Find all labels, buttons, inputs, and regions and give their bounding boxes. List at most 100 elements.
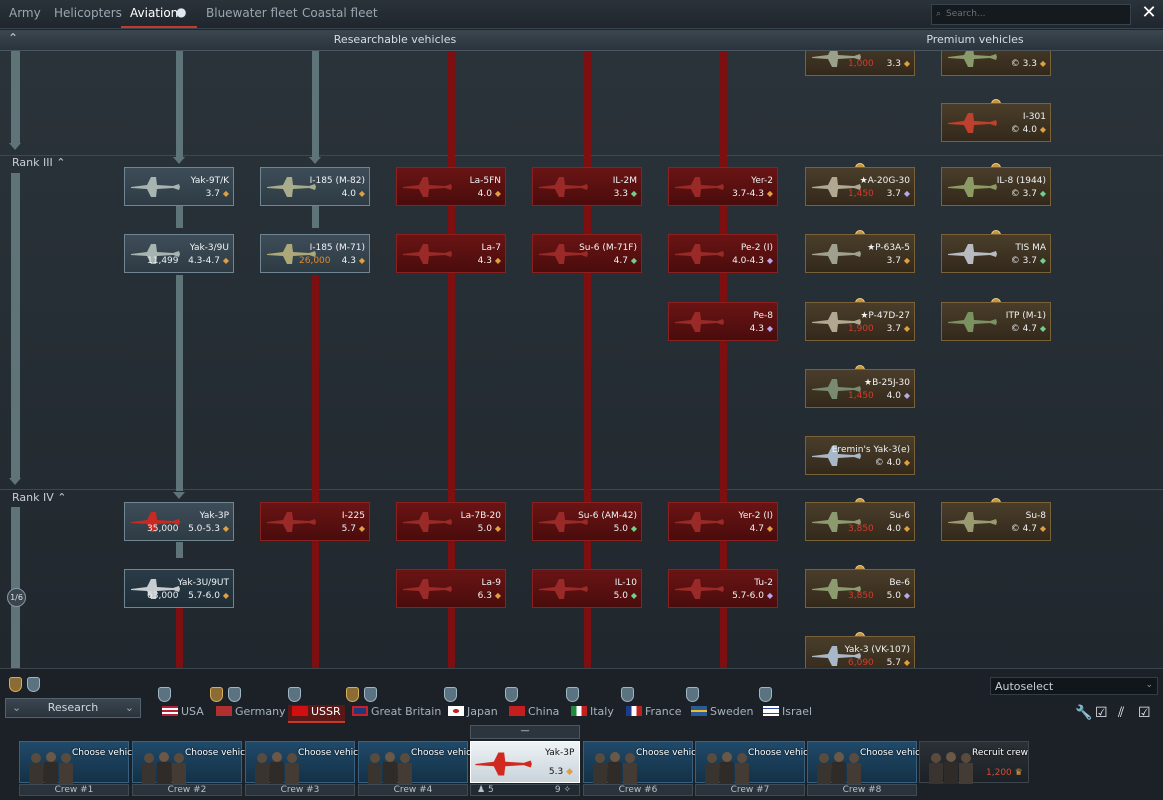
vehicle-card[interactable]: Yak-9T/K 3.7 ◆: [124, 167, 234, 206]
crew-slot-6[interactable]: Choose vehicle Crew #6: [583, 741, 704, 797]
vehicle-name: Be-6: [889, 578, 910, 588]
vehicle-card[interactable]: La-5FN 4.0 ◆: [396, 167, 506, 206]
plane-icon: [946, 110, 998, 136]
country-shield-icon: [759, 687, 772, 702]
tree-connector: [176, 51, 183, 157]
vehicle-card[interactable]: La-7B-20 5.0 ◆: [396, 502, 506, 541]
vehicle-card[interactable]: Yer-2 (I) 4.7 ◆: [668, 502, 778, 541]
vehicle-card[interactable]: TIS MA © 3.7 ◆: [941, 234, 1051, 273]
slot-image: Choose vehicle: [19, 741, 140, 783]
vehicle-card[interactable]: IL-2M 3.3 ◆: [532, 167, 642, 206]
vehicle-card[interactable]: IL-8 (1944) © 3.7 ◆: [941, 167, 1051, 206]
crew-slot-8[interactable]: Choose vehicle Crew #8: [807, 741, 928, 797]
slot-image: Choose vehicle: [583, 741, 704, 783]
vehicle-card[interactable]: © 3.3 ◆: [941, 51, 1051, 76]
crew-slot-4[interactable]: Choose vehicle Crew #4: [358, 741, 479, 797]
vehicle-card[interactable]: Su-6 3,850 4.0 ◆: [805, 502, 915, 541]
plane-icon: [673, 309, 725, 335]
tab-army[interactable]: Army: [9, 6, 41, 20]
collapse-icon[interactable]: ⌃: [8, 31, 18, 45]
vehicle-cost: 63,000: [147, 591, 179, 601]
checkbox-icon[interactable]: ☑: [1138, 705, 1151, 721]
rank-progress-bar: [11, 51, 20, 143]
recruit-crew-button[interactable]: Recruit crew 1,200 ♛: [919, 741, 1029, 797]
vehicle-name: I-185 (M-71): [309, 243, 365, 253]
arrow-icon: [9, 143, 21, 150]
vehicle-name: IL-8 (1944): [996, 176, 1046, 186]
vehicle-card[interactable]: Su-6 (AM-42) 5.0 ◆: [532, 502, 642, 541]
crew-slot-7[interactable]: Choose vehicle Crew #7: [695, 741, 816, 797]
vehicle-card[interactable]: ★P-47D-27 1,900 3.7 ◆: [805, 302, 915, 341]
vehicle-name: ★P-47D-27: [860, 311, 910, 321]
vehicle-name: Yak-3/9U: [189, 243, 229, 253]
country-tab-france[interactable]: France: [626, 705, 682, 723]
vehicle-card[interactable]: I-185 (M-71) 26,000 4.3 ◆: [260, 234, 370, 273]
vehicle-card[interactable]: Pe-2 (I) 4.0-4.3 ◆: [668, 234, 778, 273]
vehicle-card[interactable]: Pe-8 4.3 ◆: [668, 302, 778, 341]
research-button[interactable]: ⌄ Research ⌄: [5, 698, 141, 718]
vehicle-card[interactable]: I-185 (M-82) 4.0 ◆: [260, 167, 370, 206]
crew-slot-5[interactable]: — Yak-3P 5.3 ◆ ♟ 5 9 ✧: [470, 725, 580, 797]
country-tab-israel[interactable]: Israel: [763, 705, 812, 723]
vehicle-cost: 11,499: [147, 256, 179, 266]
vehicle-card[interactable]: Yak-3U/9UT 63,000 5.7-6.0 ◆: [124, 569, 234, 608]
vehicle-card[interactable]: Eremin's Yak-3(e) © 4.0 ◆: [805, 436, 915, 475]
vehicle-name: I-225: [341, 511, 365, 521]
vehicle-card[interactable]: 1,000 3.3 ◆: [805, 51, 915, 76]
country-tab-great-britain[interactable]: Great Britain: [352, 705, 441, 723]
country-tab-germany[interactable]: Germany: [216, 705, 286, 723]
slot-label: Choose vehicle: [298, 748, 367, 758]
vehicle-card[interactable]: ITP (M-1) © 4.7 ◆: [941, 302, 1051, 341]
vehicle-card[interactable]: Yak-3/9U 11,499 4.3-4.7 ◆: [124, 234, 234, 273]
vehicle-cost: 35,000: [147, 524, 179, 534]
slot-image: Choose vehicle: [245, 741, 366, 783]
rank-label-4[interactable]: Rank IV ⌃: [12, 491, 66, 504]
vehicle-card[interactable]: Su-6 (M-71F) 4.7 ◆: [532, 234, 642, 273]
country-shield-icon: [228, 687, 241, 702]
tab-helicopters[interactable]: Helicopters: [54, 6, 122, 20]
tab-coastal-fleet[interactable]: Coastal fleet: [302, 6, 378, 20]
country-tab-sweden[interactable]: Sweden: [691, 705, 753, 723]
vehicle-card[interactable]: La-7 4.3 ◆: [396, 234, 506, 273]
tab-bluewater-fleet[interactable]: Bluewater fleet: [206, 6, 298, 20]
country-tab-japan[interactable]: Japan: [448, 705, 498, 723]
vehicle-cost: 26,000: [299, 256, 331, 266]
vehicle-card[interactable]: Yak-3P 35,000 5.0-5.3 ◆: [124, 502, 234, 541]
rank-label-3[interactable]: Rank III ⌃: [12, 156, 65, 169]
vehicle-card[interactable]: I-225 5.7 ◆: [260, 502, 370, 541]
country-tab-usa[interactable]: USA: [162, 705, 204, 723]
search-input[interactable]: ⌕ Search...: [931, 4, 1131, 25]
section-header: ⌃ Researchable vehicles Premium vehicles: [0, 30, 1163, 51]
vehicle-card[interactable]: ★P-63A-5 3.7 ◆: [805, 234, 915, 273]
autoselect-dropdown[interactable]: Autoselect ⌄: [990, 677, 1158, 695]
chevron-down-icon: ⌄: [12, 701, 22, 714]
vehicle-card[interactable]: I-301 © 4.0 ◆: [941, 103, 1051, 142]
close-button[interactable]: ✕: [1138, 2, 1160, 26]
country-tab-ussr[interactable]: USSR: [288, 705, 345, 723]
vehicle-card[interactable]: Yak-3 (VK-107) 6,090 5.7 ◆: [805, 636, 915, 668]
vehicle-card[interactable]: ★B-25J-30 1,450 4.0 ◆: [805, 369, 915, 408]
country-tab-italy[interactable]: Italy: [571, 705, 614, 723]
vehicle-card[interactable]: La-9 6.3 ◆: [396, 569, 506, 608]
country-tab-china[interactable]: China: [509, 705, 559, 723]
vehicle-card[interactable]: IL-10 5.0 ◆: [532, 569, 642, 608]
crew-slot-1[interactable]: Choose vehicle Crew #1: [19, 741, 140, 797]
battle-rating: © 4.0 ◆: [1010, 125, 1046, 135]
wrench-icon[interactable]: 🔧: [1075, 705, 1092, 721]
battle-rating: 4.3 ◆: [341, 256, 365, 266]
repair-all-icon[interactable]: ⫽: [1118, 705, 1124, 721]
checkbox-icon[interactable]: ☑: [1095, 705, 1108, 721]
crew-slot-2[interactable]: Choose vehicle Crew #2: [132, 741, 253, 797]
vehicle-name: Su-6 (AM-42): [578, 511, 637, 521]
crew-slot-3[interactable]: Choose vehicle Crew #3: [245, 741, 366, 797]
rank-divider: [0, 155, 1163, 156]
vehicle-card[interactable]: Be-6 3,850 5.0 ◆: [805, 569, 915, 608]
vehicle-card[interactable]: Tu-2 5.7-6.0 ◆: [668, 569, 778, 608]
crew-icon: [137, 750, 191, 784]
tab-aviation[interactable]: Aviation: [130, 6, 178, 20]
vehicle-card[interactable]: Yer-2 3.7-4.3 ◆: [668, 167, 778, 206]
vehicle-card[interactable]: ★A-20G-30 1,450 3.7 ◆: [805, 167, 915, 206]
vehicle-name: Yak-9T/K: [190, 176, 229, 186]
crew-name: Crew #1: [19, 784, 129, 796]
vehicle-card[interactable]: Su-8 © 4.7 ◆: [941, 502, 1051, 541]
